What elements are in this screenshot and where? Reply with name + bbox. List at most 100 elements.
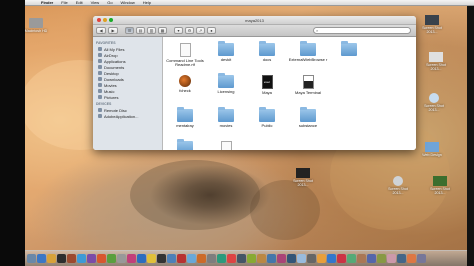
dock-app-icon[interactable]: [177, 254, 186, 263]
dock-app-icon[interactable]: [217, 254, 226, 263]
dock-app-icon[interactable]: [197, 254, 206, 263]
file-label: Licensing: [217, 89, 235, 94]
dock-app-icon[interactable]: [277, 254, 286, 263]
file-item-movies[interactable]: movies: [206, 107, 246, 128]
search-field[interactable]: ⌕: [313, 27, 411, 34]
dock-app-icon[interactable]: [67, 254, 76, 263]
list-view-button[interactable]: ▤: [136, 27, 145, 34]
desktop-icon: [98, 71, 102, 75]
desktop-icon-label: Macintosh HD: [24, 29, 48, 33]
airdrop-icon: [98, 53, 102, 57]
menu-finder[interactable]: Finder: [37, 0, 57, 5]
dock-app-icon[interactable]: [287, 254, 296, 263]
dock-app-icon[interactable]: [387, 254, 396, 263]
document-icon: [220, 141, 232, 150]
file-item-devkit[interactable]: devkit: [206, 41, 246, 62]
dock-app-icon[interactable]: [127, 254, 136, 263]
menu-help[interactable]: Help: [139, 0, 155, 5]
dock-app-icon[interactable]: [247, 254, 256, 263]
file-item-fcheck[interactable]: fcheck: [165, 75, 205, 93]
column-view-button[interactable]: ▥: [147, 27, 156, 34]
dock-app-icon[interactable]: [297, 254, 306, 263]
dock-app-icon[interactable]: [397, 254, 406, 263]
dock-app-icon[interactable]: [227, 254, 236, 263]
desktop-icon-screenshot[interactable]: Screen Shot 2013...: [291, 168, 315, 187]
sidebar-item-adobe-application[interactable]: AdobeApplication...: [93, 113, 162, 119]
forward-button[interactable]: ▶: [108, 27, 118, 34]
dock-app-icon[interactable]: [107, 254, 116, 263]
dock-app-icon[interactable]: [207, 254, 216, 263]
rabbit-shape: [130, 160, 260, 230]
dock-app-icon[interactable]: [407, 254, 416, 263]
file-item-mentalray[interactable]: mentalray: [165, 107, 205, 128]
file-item-command-line-tools-readme[interactable]: Command Line Tools Readme.rtf: [165, 43, 205, 68]
terminal-document-icon: [302, 75, 314, 89]
menu-window[interactable]: Window: [117, 0, 139, 5]
dock-app-icon[interactable]: [237, 254, 246, 263]
dock-app-icon[interactable]: [267, 254, 276, 263]
action-button[interactable]: ⚙: [185, 27, 194, 34]
file-item-folder[interactable]: [329, 41, 369, 58]
dock-app-icon[interactable]: [37, 254, 46, 263]
dock-app-icon[interactable]: [347, 254, 356, 263]
menu-view[interactable]: View: [87, 0, 104, 5]
file-item-substance[interactable]: substance: [288, 107, 328, 128]
desktop-icon-screenshot[interactable]: Screen Shot 2013...: [386, 176, 410, 195]
dock-app-icon[interactable]: [137, 254, 146, 263]
dock-app-icon[interactable]: [157, 254, 166, 263]
desktop-icon-screenshot[interactable]: Screen Shot 2013...: [422, 93, 446, 112]
screenshot-thumbnail-icon: [393, 176, 403, 186]
dock-app-icon[interactable]: [97, 254, 106, 263]
menu-edit[interactable]: Edit: [72, 0, 87, 5]
dock-app-icon[interactable]: [117, 254, 126, 263]
menu-go[interactable]: Go: [103, 0, 116, 5]
icon-view-button[interactable]: ☰: [125, 27, 134, 34]
back-button[interactable]: ◀: [96, 27, 106, 34]
dock-app-icon[interactable]: [77, 254, 86, 263]
dock-app-icon[interactable]: [367, 254, 376, 263]
dock-app-icon[interactable]: [87, 254, 96, 263]
desktop-icon-screenshot[interactable]: Screen Shot 2013...: [424, 52, 448, 71]
window-title: maya2013: [245, 17, 264, 23]
file-label: Command Line Tools Readme.rtf: [166, 58, 204, 68]
dock-app-icon[interactable]: [377, 254, 386, 263]
dock-app-icon[interactable]: [47, 254, 56, 263]
dock-app-icon[interactable]: [257, 254, 266, 263]
tag-button[interactable]: ●: [207, 27, 216, 34]
desktop-icon-web-design[interactable]: Web Design: [420, 142, 444, 157]
desktop-icon-screenshot[interactable]: Screen Shot 2013...: [428, 176, 452, 195]
dock-app-icon[interactable]: [337, 254, 346, 263]
dock-app-icon[interactable]: [57, 254, 66, 263]
dock-app-icon[interactable]: [167, 254, 176, 263]
file-item-public[interactable]: Public: [247, 107, 287, 128]
file-item-maya[interactable]: exec Maya: [247, 75, 287, 95]
file-item-docs[interactable]: docs: [247, 41, 287, 62]
file-item-partial[interactable]: [165, 139, 205, 150]
dock-app-icon[interactable]: [27, 254, 36, 263]
finder-titlebar[interactable]: maya2013: [93, 16, 416, 25]
file-item-maya-terminal[interactable]: Maya Terminal: [288, 75, 328, 95]
finder-window: maya2013 ◀ ▶ ☰ ▤ ▥ ▦ ▾ ⚙ ↗ ● ⌕ FAVORITES…: [93, 16, 416, 150]
desktop-icon-label: Screen Shot 2013...: [422, 26, 442, 34]
desktop-icon-screenshot[interactable]: Screen Shot 2013...: [420, 15, 444, 34]
dock-app-icon[interactable]: [357, 254, 366, 263]
folder-icon: [341, 41, 357, 56]
file-item-licensing[interactable]: Licensing: [206, 73, 246, 94]
right-black-strip: [467, 0, 474, 266]
dock-app-icon[interactable]: [327, 254, 336, 263]
file-item-externalwebbrowser[interactable]: ExternalWebBrowse r: [288, 41, 328, 62]
share-button[interactable]: ↗: [196, 27, 205, 34]
dock-app-icon[interactable]: [417, 254, 426, 263]
dock-app-icon[interactable]: [307, 254, 316, 263]
arrange-button[interactable]: ▾: [174, 27, 183, 34]
dock-app-icon[interactable]: [147, 254, 156, 263]
file-label: docs: [262, 57, 272, 62]
screenshot-thumbnail-icon: [429, 93, 439, 103]
dock-app-icon[interactable]: [317, 254, 326, 263]
sidebar-item-pictures[interactable]: Pictures: [93, 94, 162, 100]
menu-file[interactable]: File: [57, 0, 71, 5]
desktop-icon-macintosh-hd[interactable]: Macintosh HD: [24, 18, 48, 33]
file-item-partial[interactable]: [206, 141, 246, 150]
dock-app-icon[interactable]: [187, 254, 196, 263]
coverflow-view-button[interactable]: ▦: [158, 27, 167, 34]
